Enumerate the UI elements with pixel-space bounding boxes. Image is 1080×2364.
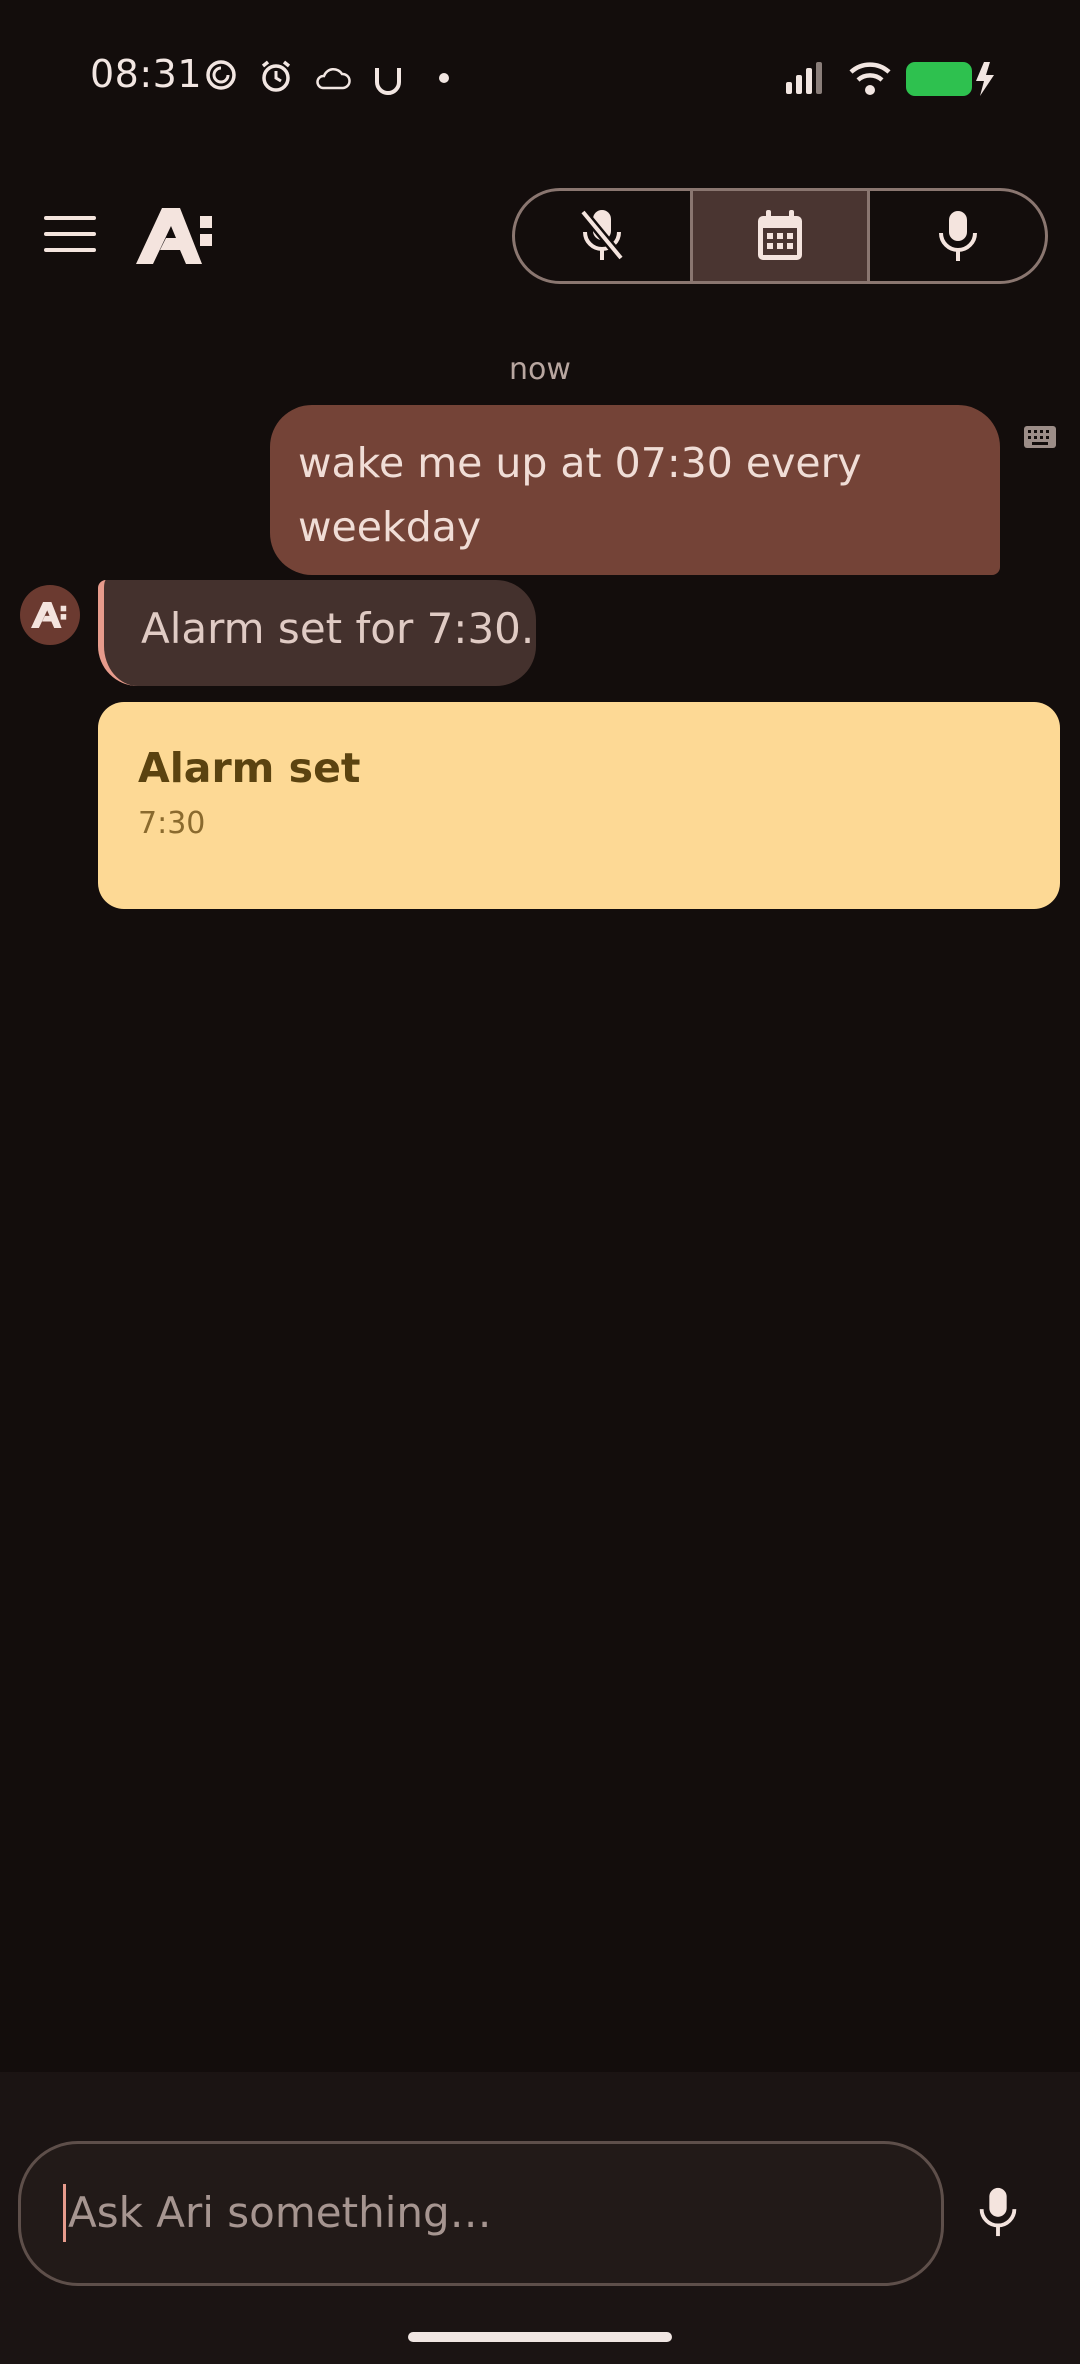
microphone-icon [938, 211, 977, 261]
alarm-clock-icon [261, 60, 291, 92]
message-timestamp: now [509, 352, 571, 387]
wifi-icon [849, 62, 891, 95]
user-message-bubble[interactable]: wake me up at 07:30 every weekday [270, 405, 1000, 575]
alarm-card-time: 7:30 [138, 806, 206, 841]
keyboard-icon [1024, 426, 1056, 448]
alarm-card-title: Alarm set [138, 744, 361, 792]
cloud-icon [316, 67, 351, 90]
ari-logo [136, 208, 212, 264]
ari-avatar-icon [31, 602, 67, 628]
dot-icon [439, 73, 449, 83]
battery-charging-icon [906, 62, 994, 96]
voice-mode-button[interactable] [867, 191, 1045, 281]
mute-microphone-button[interactable] [515, 191, 690, 281]
hamburger-menu-icon[interactable] [44, 216, 96, 256]
microphone-icon[interactable] [978, 2186, 1018, 2238]
calendar-icon [758, 210, 802, 260]
moon-sync-icon [206, 60, 236, 90]
ask-input[interactable]: Ask Ari something… [18, 2141, 944, 2286]
status-time: 08:31 [90, 52, 203, 96]
calendar-mode-button[interactable] [689, 191, 868, 281]
assistant-avatar [20, 585, 80, 645]
app-bar [0, 180, 1080, 290]
mode-toggle [512, 188, 1048, 284]
signal-icon [786, 62, 822, 94]
assistant-message-bubble[interactable]: Alarm set for 7:30. [98, 580, 536, 686]
microphone-off-icon [580, 209, 625, 261]
alarm-card[interactable]: Alarm set 7:30 [98, 702, 1060, 909]
home-indicator[interactable] [408, 2332, 672, 2342]
ask-input-placeholder: Ask Ari something… [63, 2184, 492, 2242]
u-icon [375, 68, 401, 95]
status-bar: 08:31 [0, 0, 1080, 160]
